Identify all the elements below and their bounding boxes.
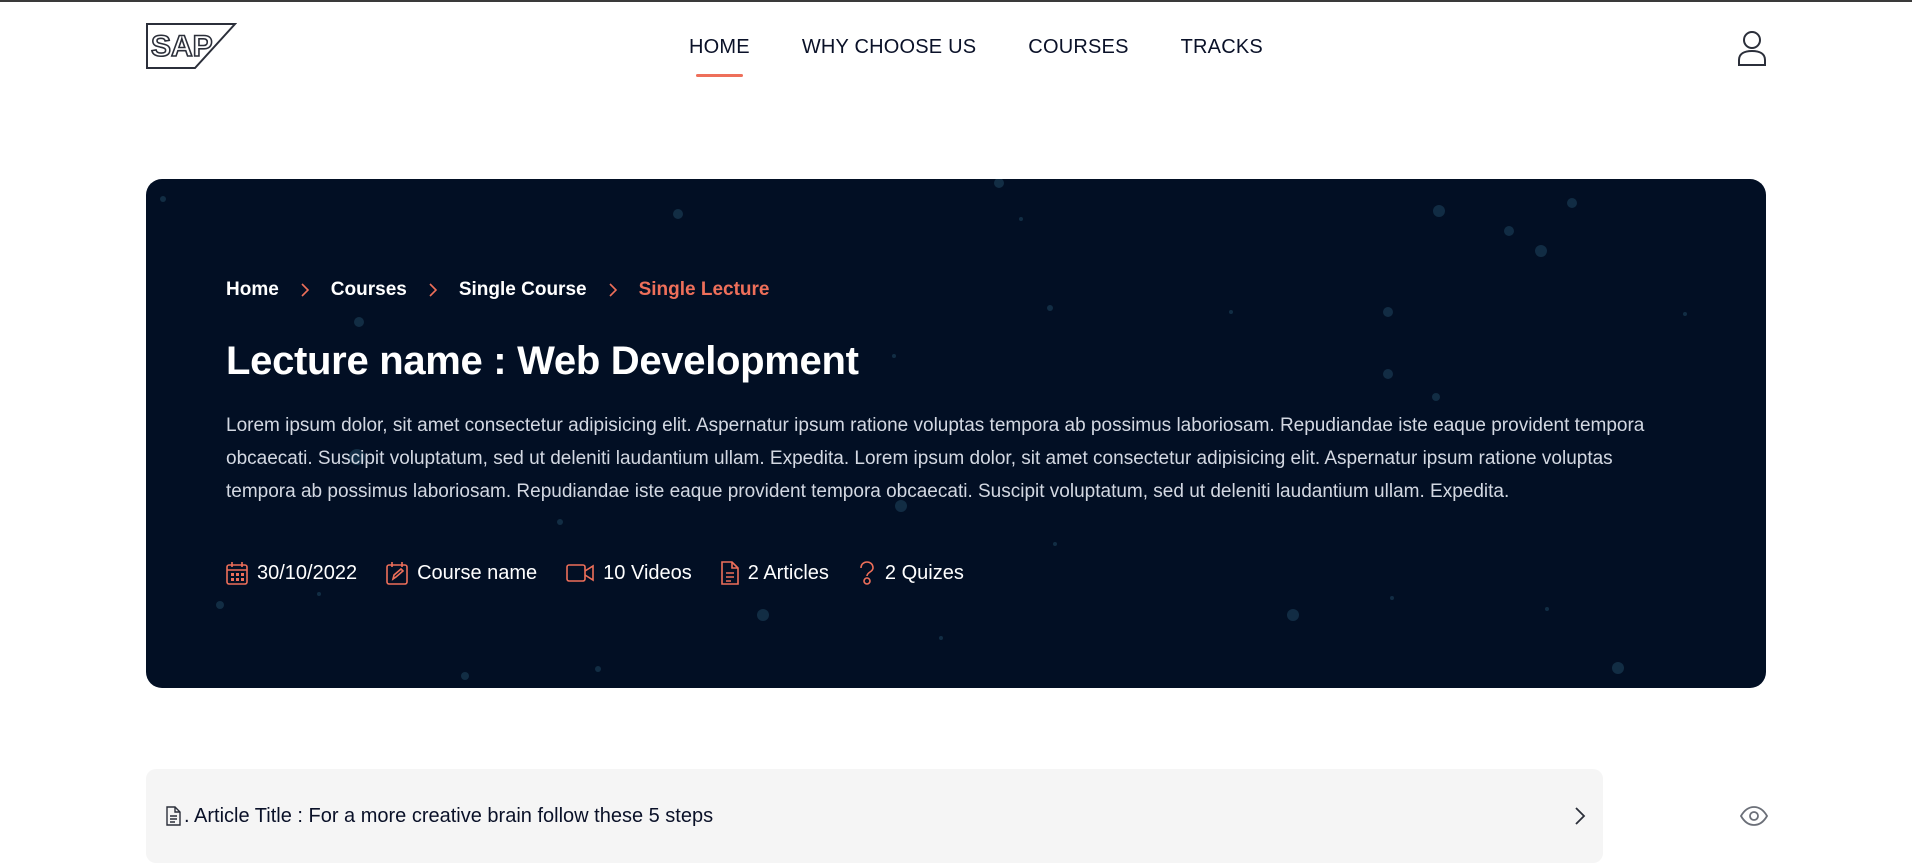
- meta-videos: 10 Videos: [566, 562, 692, 585]
- breadcrumb-single-lecture: Single Lecture: [638, 279, 770, 300]
- lecture-meta: 30/10/2022 Course name 10 Videos 2 Artic…: [226, 561, 993, 585]
- breadcrumb: Home Courses Single Course Single Lectur…: [226, 279, 770, 301]
- document-icon: [166, 806, 181, 826]
- eye-icon[interactable]: [1740, 806, 1768, 826]
- meta-articles: 2 Articles: [720, 561, 829, 585]
- svg-text:SAP: SAP: [151, 30, 213, 63]
- edit-icon: [386, 562, 408, 585]
- meta-date: 30/10/2022: [226, 561, 357, 585]
- meta-articles-text: 2 Articles: [747, 561, 829, 584]
- document-icon: [720, 561, 739, 585]
- video-icon: [566, 564, 594, 582]
- breadcrumb-single-course[interactable]: Single Course: [459, 279, 587, 301]
- meta-course-text: Course name: [417, 561, 538, 584]
- user-icon[interactable]: [1736, 30, 1768, 66]
- nav-tracks[interactable]: TRACKS: [1181, 36, 1263, 59]
- sap-logo[interactable]: SAP: [145, 22, 237, 70]
- meta-videos-text: 10 Videos: [603, 561, 692, 584]
- meta-course: Course name: [386, 561, 537, 585]
- chevron-right-icon: [609, 283, 617, 297]
- nav-home[interactable]: HOME: [689, 36, 750, 77]
- main-nav: HOME WHY CHOOSE US COURSES TRACKS: [689, 36, 1263, 77]
- question-icon: [860, 561, 874, 585]
- nav-courses[interactable]: COURSES: [1028, 36, 1128, 59]
- chevron-right-icon: [429, 283, 437, 297]
- calendar-icon: [226, 562, 248, 585]
- header: SAP HOME WHY CHOOSE US COURSES TRACKS: [0, 2, 1912, 92]
- meta-quizzes: 2 Quizes: [858, 561, 964, 585]
- chevron-right-icon: [301, 283, 309, 297]
- article-title: . Article Title : For a more creative br…: [184, 805, 714, 827]
- breadcrumb-courses[interactable]: Courses: [331, 279, 407, 301]
- chevron-right-icon[interactable]: [1574, 806, 1586, 826]
- breadcrumb-home[interactable]: Home: [226, 279, 279, 301]
- lecture-title: Lecture name : Web Development: [226, 339, 859, 383]
- nav-why-choose-us[interactable]: WHY CHOOSE US: [802, 36, 976, 59]
- lecture-description: Lorem ipsum dolor, sit amet consectetur …: [226, 415, 1645, 502]
- lecture-hero: Home Courses Single Course Single Lectur…: [146, 179, 1766, 688]
- meta-date-text: 30/10/2022: [257, 561, 358, 584]
- meta-quizzes-text: 2 Quizes: [884, 561, 964, 584]
- article-list-item[interactable]: . Article Title : For a more creative br…: [146, 769, 1603, 863]
